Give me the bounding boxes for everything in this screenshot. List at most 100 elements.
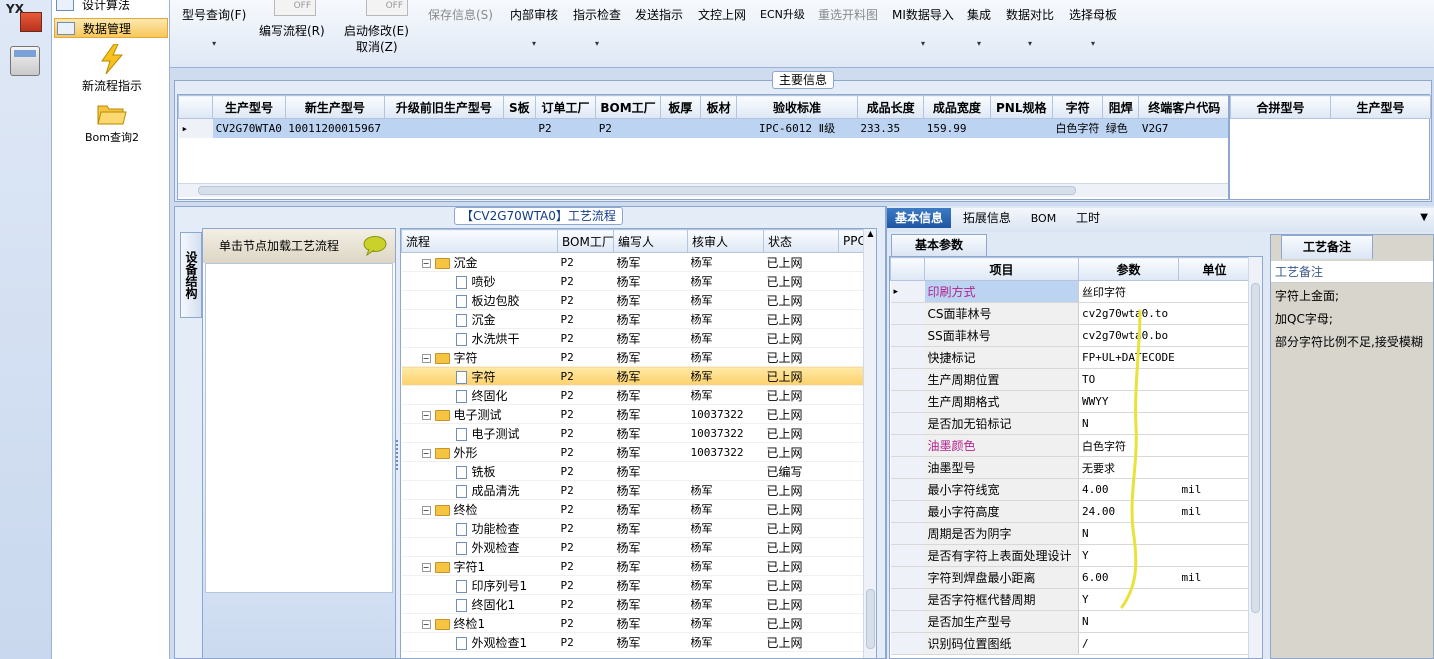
col-header[interactable]: PNL规格: [989, 95, 1053, 119]
col-production-model[interactable]: 生产型号: [1330, 95, 1431, 119]
flow-tree-row[interactable]: − 终检1 P2 杨军 杨军 已上网: [401, 613, 864, 633]
col-header[interactable]: 状态: [763, 229, 839, 253]
col-header[interactable]: 板厚: [659, 95, 702, 119]
table-cell[interactable]: [990, 118, 1053, 138]
col-header[interactable]: 成品宽度: [923, 95, 991, 119]
table-cell[interactable]: [384, 118, 504, 138]
table-cell[interactable]: P2: [535, 118, 596, 138]
param-row[interactable]: 是否有字符上表面处理设计 Y: [890, 544, 1251, 567]
calculator-icon[interactable]: [10, 46, 40, 76]
param-row[interactable]: 周期是否为阴字 N: [890, 522, 1251, 545]
param-row[interactable]: 是否字符框代替周期 Y: [890, 588, 1251, 611]
table-cell[interactable]: P2: [595, 118, 661, 138]
collapse-icon[interactable]: −: [421, 619, 431, 629]
collapse-icon[interactable]: −: [421, 448, 431, 458]
table-cell[interactable]: CV2G70WTA0: [212, 118, 286, 138]
write-flow-button[interactable]: 编写流程(R): [259, 22, 325, 39]
data-compare-button[interactable]: 数据对比 ▾: [1006, 6, 1054, 48]
tab-basic-params[interactable]: 基本参数: [891, 234, 987, 256]
send-instruction-button[interactable]: 发送指示: [635, 6, 683, 23]
flow-tree-row[interactable]: 功能检查 P2 杨军 杨军 已上网: [401, 518, 864, 538]
col-header[interactable]: BOM工厂: [557, 229, 614, 253]
col-header[interactable]: 验收标准: [736, 95, 858, 119]
load-flow-hint[interactable]: 单击节点加载工艺流程: [203, 229, 395, 263]
flow-tree-row[interactable]: − 字符1 P2 杨军 杨军 已上网: [401, 556, 864, 576]
col-header[interactable]: 终端客户代码: [1138, 95, 1228, 119]
param-row[interactable]: 识别码位置图纸 /: [890, 632, 1251, 655]
collapse-icon[interactable]: −: [421, 258, 431, 268]
model-query-button[interactable]: 型号查询(F) ▾: [182, 6, 246, 48]
ecn-upgrade-button[interactable]: ECN升级: [760, 6, 805, 22]
table-cell[interactable]: [700, 118, 737, 138]
col-merge-model[interactable]: 合拼型号: [1230, 95, 1331, 119]
col-item[interactable]: 项目: [924, 257, 1079, 281]
bom-query2-button[interactable]: Bom查询2: [62, 102, 162, 145]
vertical-scrollbar[interactable]: ▲: [863, 229, 876, 658]
flow-tree-row[interactable]: 成品清洗 P2 杨军 杨军 已上网: [401, 480, 864, 500]
col-header[interactable]: BOM工厂: [595, 95, 661, 119]
table-cell[interactable]: 159.99: [923, 118, 991, 138]
param-row[interactable]: 是否加生产型号 N: [890, 610, 1251, 633]
param-row[interactable]: 最小字符高度 24.00 mil: [890, 500, 1251, 523]
col-header[interactable]: PPC: [838, 229, 866, 253]
scroll-up-icon[interactable]: ▲: [864, 229, 876, 238]
flow-tree-row[interactable]: 铣板 P2 杨军 已编写: [401, 461, 864, 481]
param-row[interactable]: 最小字符线宽 4.00 mil: [890, 478, 1251, 501]
flow-tree-row[interactable]: − 电子测试 P2 杨军 10037322 已上网: [401, 404, 864, 424]
tab-process-remarks[interactable]: 工艺备注: [1281, 235, 1373, 259]
flow-tree-row[interactable]: 外观检查 P2 杨军 杨军 已上网: [401, 537, 864, 557]
param-row[interactable]: 生产周期格式 WWYY: [890, 390, 1251, 413]
param-row[interactable]: CS面菲林号 cv2g70wta0.to: [890, 302, 1251, 325]
table-cell[interactable]: IPC-6012 Ⅱ级: [736, 118, 858, 138]
col-header[interactable]: 阻焊: [1102, 95, 1140, 119]
tab-bom[interactable]: BOM: [1023, 209, 1065, 229]
app-logo-icon[interactable]: YX: [6, 2, 46, 36]
param-row[interactable]: SS面菲林号 cv2g70wta0.bo: [890, 324, 1251, 347]
nav-item-data-management[interactable]: 数据管理: [54, 18, 168, 38]
select-master-board-button[interactable]: 选择母板 ▾: [1069, 6, 1117, 48]
flow-tree-row[interactable]: 电子测试 P2 杨军 10037322 已上网: [401, 423, 864, 443]
table-cell[interactable]: [503, 118, 536, 138]
param-value[interactable]: /: [1078, 632, 1179, 655]
new-flow-instruction-button[interactable]: 新流程指示: [62, 43, 162, 94]
flow-tree-row[interactable]: 印序列号1 P2 杨军 杨军 已上网: [401, 575, 864, 595]
col-header[interactable]: 核审人: [687, 229, 764, 253]
flow-tree-row[interactable]: − 字符 P2 杨军 杨军 已上网: [401, 347, 864, 367]
flow-tree-row[interactable]: 沉金 P2 杨军 杨军 已上网: [401, 309, 864, 329]
col-header[interactable]: 流程: [401, 229, 558, 253]
col-header[interactable]: S板: [502, 95, 536, 119]
col-header[interactable]: 生产型号: [212, 95, 286, 119]
param-value[interactable]: 丝印字符: [1078, 280, 1179, 303]
col-header[interactable]: 新生产型号: [284, 95, 386, 119]
collapse-icon[interactable]: −: [421, 562, 431, 572]
toggle-switch[interactable]: OFF: [366, 0, 408, 16]
tab-work-hours[interactable]: 工时: [1068, 208, 1108, 228]
cancel-button[interactable]: 取消(Z): [356, 38, 398, 55]
flow-tree-row[interactable]: 终固化1 P2 杨军 杨军 已上网: [401, 594, 864, 614]
param-row[interactable]: ▸ 印刷方式 丝印字符: [890, 280, 1251, 303]
table-cell[interactable]: [660, 118, 701, 138]
save-info-button[interactable]: 保存信息(S): [428, 6, 493, 23]
flow-tree-row[interactable]: − 终检 P2 杨军 杨军 已上网: [401, 499, 864, 519]
table-cell[interactable]: 233.35: [857, 118, 924, 138]
horizontal-scrollbar[interactable]: [178, 183, 1228, 197]
equipment-tree[interactable]: [205, 263, 393, 593]
flow-tree-row[interactable]: 水洗烘干 P2 杨军 杨军 已上网: [401, 328, 864, 348]
equipment-structure-tab[interactable]: 设备结构: [180, 232, 202, 318]
table-row[interactable]: ▸ CV2G70WTA0 10011200015967 P2 P2 IPC-6012 Ⅱ级…: [178, 118, 1228, 138]
integrate-button[interactable]: 集成 ▾: [967, 6, 991, 48]
col-header[interactable]: 字符: [1051, 95, 1104, 119]
col-header[interactable]: 板材: [700, 95, 738, 119]
col-unit[interactable]: 单位: [1178, 257, 1251, 281]
tabs-menu-icon[interactable]: ▼: [1420, 208, 1428, 228]
toggle-switch[interactable]: OFF: [274, 0, 316, 16]
flow-tree-row[interactable]: − 外形 P2 杨军 10037322 已上网: [401, 442, 864, 462]
col-header[interactable]: 成品长度: [856, 95, 925, 119]
flow-tree-row[interactable]: 外观检查1 P2 杨军 杨军 已上网: [401, 632, 864, 652]
flow-tree-row[interactable]: − 沉金 P2 杨军 杨军 已上网: [401, 252, 864, 272]
flow-tree-row[interactable]: 喷砂 P2 杨军 杨军 已上网: [401, 271, 864, 291]
table-cell[interactable]: 10011200015967: [285, 118, 385, 138]
instruction-check-button[interactable]: 指示检查 ▾: [573, 6, 621, 48]
table-cell[interactable]: V2G7: [1138, 118, 1228, 138]
tab-basic-info[interactable]: 基本信息: [887, 208, 952, 228]
